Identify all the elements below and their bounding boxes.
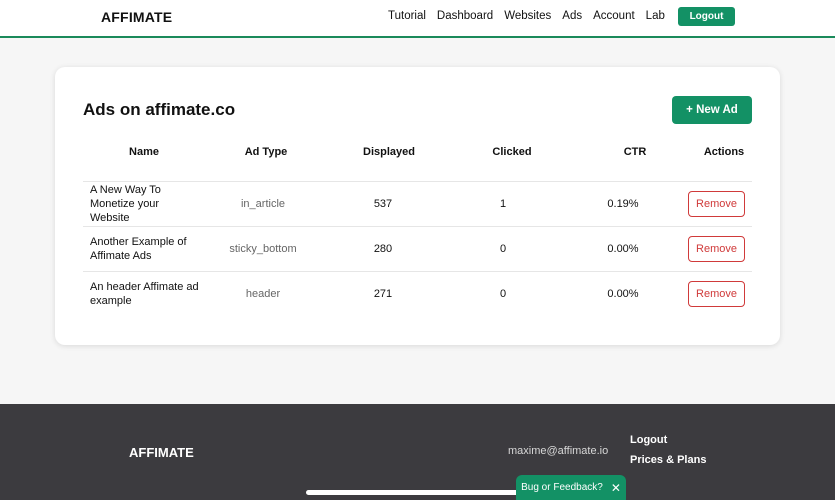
ad-name: An header Affimate ad example (90, 281, 199, 307)
ad-displayed: 537 (373, 198, 393, 210)
ad-clicked: 0 (499, 288, 507, 300)
nav-dashboard[interactable]: Dashboard (437, 10, 493, 22)
column-header-actions: Actions (703, 146, 745, 158)
ad-ctr: 0.00% (607, 288, 639, 300)
ad-name: A New Way To Monetize your Website (90, 184, 161, 224)
ads-card: Ads on affimate.co + New Ad Name Ad Type… (55, 67, 780, 345)
page-title: Ads on affimate.co (83, 100, 236, 119)
ad-name: Another Example of Affimate Ads (90, 236, 187, 262)
new-ad-button[interactable]: + New Ad (672, 96, 752, 124)
footer-email[interactable]: maxime@affimate.io (508, 445, 608, 457)
brand-logo[interactable]: AFFIMATE (101, 9, 172, 25)
nav-websites[interactable]: Websites (504, 10, 551, 22)
ad-type: header (245, 288, 281, 300)
home-indicator (306, 490, 529, 495)
ad-displayed: 271 (373, 288, 393, 300)
footer: AFFIMATE maxime@affimate.io Logout Price… (0, 404, 835, 500)
footer-links: Logout Prices & Plans (630, 434, 706, 466)
ad-ctr: 0.19% (607, 198, 639, 210)
ad-type: in_article (240, 198, 286, 210)
footer-link-prices[interactable]: Prices & Plans (630, 454, 706, 466)
nav-ads[interactable]: Ads (562, 10, 582, 22)
ad-clicked: 0 (499, 243, 507, 255)
feedback-button[interactable]: Bug or Feedback? ✕ (516, 475, 626, 500)
ad-displayed: 280 (373, 243, 393, 255)
nav-lab[interactable]: Lab (646, 10, 665, 22)
table-row: A New Way To Monetize your Website in_ar… (83, 181, 752, 226)
close-icon[interactable]: ✕ (611, 481, 621, 495)
footer-link-logout[interactable]: Logout (630, 434, 706, 446)
feedback-label: Bug or Feedback? (521, 482, 603, 493)
nav-tutorial[interactable]: Tutorial (388, 10, 426, 22)
column-header-displayed: Displayed (363, 146, 415, 158)
column-header-clicked: Clicked (492, 146, 532, 158)
remove-button[interactable]: Remove (688, 281, 745, 307)
table-row: An header Affimate ad example header 271… (83, 271, 752, 316)
logout-button[interactable]: Logout (678, 7, 735, 26)
ad-ctr: 0.00% (607, 243, 639, 255)
table-row: Another Example of Affimate Ads sticky_b… (83, 226, 752, 271)
footer-brand: AFFIMATE (129, 445, 194, 460)
nav-links: Tutorial Dashboard Websites Ads Account … (388, 10, 665, 22)
remove-button[interactable]: Remove (688, 236, 745, 262)
ad-clicked: 1 (499, 198, 507, 210)
remove-button[interactable]: Remove (688, 191, 745, 217)
nav-account[interactable]: Account (593, 10, 635, 22)
column-header-ctr: CTR (623, 146, 647, 158)
column-header-ad-type: Ad Type (244, 146, 288, 158)
ad-type: sticky_bottom (229, 243, 297, 255)
column-header-name: Name (129, 146, 159, 158)
top-navbar: AFFIMATE Tutorial Dashboard Websites Ads… (0, 0, 835, 38)
